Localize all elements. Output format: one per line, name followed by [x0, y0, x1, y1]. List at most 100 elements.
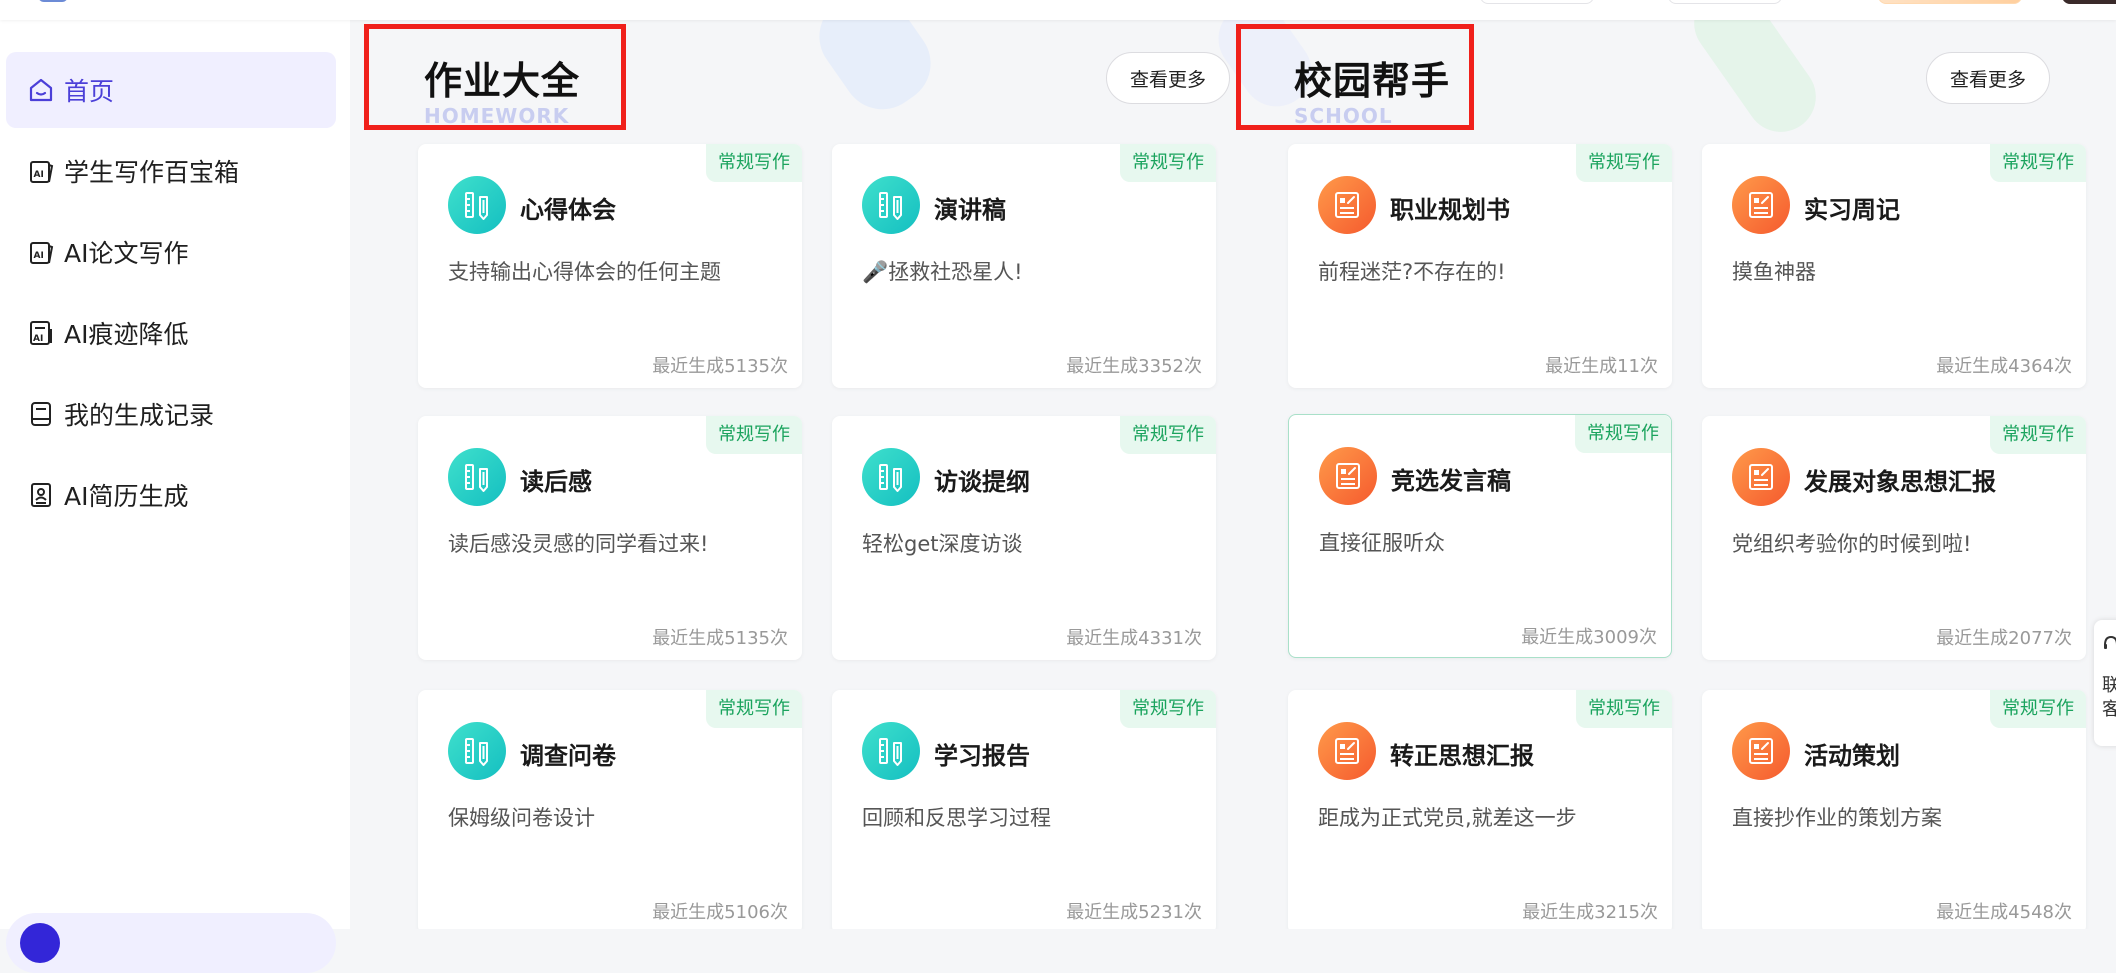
- sidebar: 首页 AI 学生写作百宝箱 AI AI论文写作 AI AI痕迹降低 我的生成记录…: [0, 20, 350, 973]
- sidebar-item-ai-reduce[interactable]: AI AI痕迹降低: [6, 295, 336, 371]
- card-development-report[interactable]: 常规写作 发展对象思想汇报 党组织考验你的时候到啦! 最近生成2077次: [1702, 416, 2086, 660]
- card-badge: 常规写作: [1576, 690, 1672, 728]
- card-career-plan[interactable]: 常规写作 职业规划书 前程迷茫?不存在的! 最近生成11次: [1288, 144, 1672, 388]
- sidebar-item-writing-toolbox[interactable]: AI 学生写作百宝箱: [6, 133, 336, 209]
- resume-icon: [26, 480, 56, 510]
- sidebar-item-ai-paper[interactable]: AI AI论文写作: [6, 214, 336, 290]
- sidebar-item-home[interactable]: 首页: [6, 52, 336, 128]
- sidebar-item-label: 我的生成记录: [64, 401, 215, 430]
- card-description: 距成为正式党员,就差这一步: [1318, 806, 1577, 830]
- ruler-pencil-icon: [448, 448, 506, 506]
- svg-text:AI: AI: [33, 334, 43, 344]
- document-edit-icon: [1318, 176, 1376, 234]
- card-title: 实习周记: [1804, 196, 1900, 224]
- card-title: 演讲稿: [934, 196, 1006, 224]
- card-interview-outline[interactable]: 常规写作 访谈提纲 轻松get深度访谈 最近生成4331次: [832, 416, 1216, 660]
- ruler-pencil-icon: [448, 722, 506, 780]
- card-description: 回顾和反思学习过程: [862, 806, 1051, 830]
- document-edit-icon: [1732, 722, 1790, 780]
- logo[interactable]: [38, 0, 68, 2]
- card-badge: 常规写作: [1576, 144, 1672, 182]
- card-title: 心得体会: [520, 196, 616, 224]
- card-speech[interactable]: 常规写作 演讲稿 🎤拯救社恐星人! 最近生成3352次: [832, 144, 1216, 388]
- card-event-planning[interactable]: 常规写作 活动策划 直接抄作业的策划方案 最近生成4548次: [1702, 690, 2086, 929]
- card-badge: 常规写作: [706, 144, 802, 182]
- history-icon: [26, 399, 56, 429]
- ruler-pencil-icon: [862, 722, 920, 780]
- card-title: 发展对象思想汇报: [1804, 468, 1996, 496]
- view-more-button[interactable]: 查看更多: [1106, 52, 1230, 104]
- home-icon: [26, 75, 56, 105]
- card-badge: 常规写作: [1120, 416, 1216, 454]
- card-title: 访谈提纲: [934, 468, 1030, 496]
- card-badge: 常规写作: [1575, 415, 1671, 453]
- card-badge: 常规写作: [1990, 690, 2086, 728]
- ai-paper-icon: AI: [26, 237, 56, 267]
- card-usage-count: 最近生成11次: [1545, 356, 1658, 377]
- card-survey[interactable]: 常规写作 调查问卷 保姆级问卷设计 最近生成5106次: [418, 690, 802, 929]
- card-title: 活动策划: [1804, 742, 1900, 770]
- card-usage-count: 最近生成3009次: [1521, 627, 1657, 648]
- card-title: 转正思想汇报: [1390, 742, 1534, 770]
- document-edit-icon: [1318, 722, 1376, 780]
- vip-button[interactable]: [1878, 0, 2022, 4]
- card-usage-count: 最近生成3215次: [1522, 902, 1658, 923]
- card-study-report[interactable]: 常规写作 学习报告 回顾和反思学习过程 最近生成5231次: [832, 690, 1216, 929]
- svg-text:AI: AI: [34, 170, 44, 180]
- card-title: 调查问卷: [520, 742, 616, 770]
- sidebar-item-history[interactable]: 我的生成记录: [6, 376, 336, 452]
- ai-reduce-icon: AI: [26, 318, 56, 348]
- card-badge: 常规写作: [1120, 144, 1216, 182]
- annotation-highlight-box: [1236, 24, 1474, 130]
- card-probation-report[interactable]: 常规写作 转正思想汇报 距成为正式党员,就差这一步 最近生成3215次: [1288, 690, 1672, 929]
- card-description: 保姆级问卷设计: [448, 806, 595, 830]
- ai-book-icon: AI: [26, 156, 56, 186]
- card-usage-count: 最近生成4364次: [1936, 356, 2072, 377]
- sidebar-item-label: AI论文写作: [64, 239, 189, 268]
- card-usage-count: 最近生成4331次: [1066, 628, 1202, 649]
- card-usage-count: 最近生成4548次: [1936, 902, 2072, 923]
- sidebar-item-label: AI简历生成: [64, 482, 189, 511]
- card-badge: 常规写作: [706, 416, 802, 454]
- card-book-review[interactable]: 常规写作 读后感 读后感没灵感的同学看过来! 最近生成5135次: [418, 416, 802, 660]
- contact-service-tab[interactable]: 联客: [2094, 620, 2116, 746]
- top-button[interactable]: [1480, 0, 1594, 4]
- view-more-button[interactable]: 查看更多: [1926, 52, 2050, 104]
- card-title: 竞选发言稿: [1391, 467, 1511, 495]
- card-description: 🎤拯救社恐星人!: [862, 260, 1023, 284]
- annotation-highlight-box: [364, 24, 626, 130]
- document-edit-icon: [1319, 447, 1377, 505]
- card-usage-count: 最近生成5135次: [652, 628, 788, 649]
- card-description: 直接征服听众: [1319, 531, 1445, 555]
- sidebar-item-label: 首页: [64, 77, 115, 106]
- top-button[interactable]: [1668, 0, 1782, 4]
- document-edit-icon: [1732, 176, 1790, 234]
- document-edit-icon: [1732, 448, 1790, 506]
- ruler-pencil-icon: [862, 176, 920, 234]
- sidebar-item-resume[interactable]: AI简历生成: [6, 457, 336, 533]
- avatar[interactable]: [2062, 0, 2116, 4]
- card-badge: 常规写作: [706, 690, 802, 728]
- main-content: 作业大全 HOMEWORK 查看更多 校园帮手 SCHOOL 查看更多 常规写作…: [350, 20, 2116, 929]
- headset-icon: [2104, 635, 2116, 649]
- card-reflection[interactable]: 常规写作 心得体会 支持输出心得体会的任何主题 最近生成5135次: [418, 144, 802, 388]
- svg-text:AI: AI: [34, 251, 44, 261]
- card-campaign-speech[interactable]: 常规写作 竞选发言稿 直接征服听众 最近生成3009次: [1288, 414, 1672, 658]
- card-title: 职业规划书: [1390, 196, 1510, 224]
- card-description: 前程迷茫?不存在的!: [1318, 260, 1506, 284]
- sidebar-item-label: AI痕迹降低: [64, 320, 189, 349]
- card-description: 支持输出心得体会的任何主题: [448, 260, 721, 284]
- ruler-pencil-icon: [862, 448, 920, 506]
- top-bar: [0, 0, 2116, 20]
- card-usage-count: 最近生成3352次: [1066, 356, 1202, 377]
- card-description: 轻松get深度访谈: [862, 532, 1023, 556]
- contact-service-label: 联客: [2102, 675, 2116, 720]
- sidebar-user-panel[interactable]: [6, 913, 336, 973]
- card-internship-weekly[interactable]: 常规写作 实习周记 摸鱼神器 最近生成4364次: [1702, 144, 2086, 388]
- card-badge: 常规写作: [1990, 416, 2086, 454]
- card-title: 学习报告: [934, 742, 1030, 770]
- card-description: 摸鱼神器: [1732, 260, 1816, 284]
- card-description: 党组织考验你的时候到啦!: [1732, 532, 1972, 556]
- card-usage-count: 最近生成5135次: [652, 356, 788, 377]
- ruler-pencil-icon: [448, 176, 506, 234]
